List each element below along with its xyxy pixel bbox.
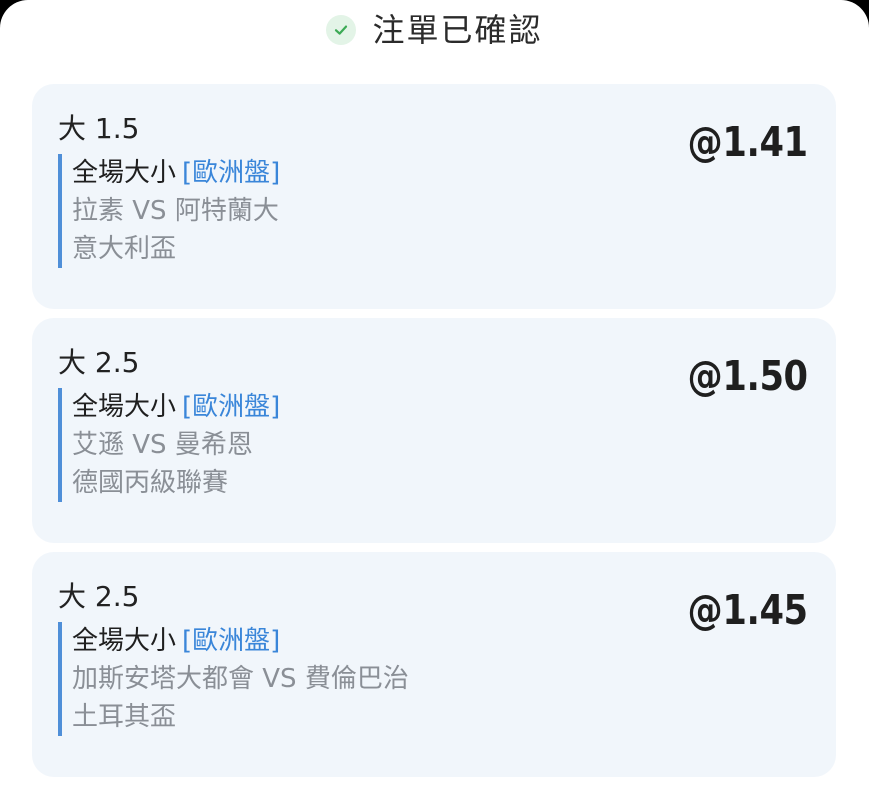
bet-confirmation-sheet: 注單已確認 大 1.5 @1.41 全場大小 [歐洲盤] 拉素 VS 阿特蘭大 意… (0, 0, 869, 800)
bet-odds: @1.50 (687, 352, 809, 400)
market-name: 全場大小 (72, 158, 177, 188)
match-teams: 艾遜 VS 曼希恩 (72, 430, 253, 460)
check-icon (326, 15, 357, 45)
bet-card: 大 1.5 @1.41 全場大小 [歐洲盤] 拉素 VS 阿特蘭大 意大利盃 (32, 84, 836, 309)
confirmation-header: 注單已確認 (0, 8, 869, 52)
market-type: [歐洲盤] (182, 392, 281, 422)
bet-card: 大 2.5 @1.45 全場大小 [歐洲盤] 加斯安塔大都會 VS 費倫巴治 土耳… (32, 552, 836, 777)
market-line: 全場大小 [歐洲盤] (72, 154, 280, 192)
bet-details: 全場大小 [歐洲盤] 拉素 VS 阿特蘭大 意大利盃 (58, 154, 280, 268)
market-type: [歐洲盤] (182, 158, 281, 188)
bet-details: 全場大小 [歐洲盤] 加斯安塔大都會 VS 費倫巴治 土耳其盃 (58, 622, 409, 736)
match-teams: 拉素 VS 阿特蘭大 (72, 196, 279, 226)
market-name: 全場大小 (72, 392, 177, 422)
match-teams: 加斯安塔大都會 VS 費倫巴治 (72, 664, 409, 694)
bet-selection: 大 1.5 (58, 112, 140, 145)
bet-card: 大 2.5 @1.50 全場大小 [歐洲盤] 艾遜 VS 曼希恩 德國丙級聯賽 (32, 318, 836, 543)
market-name: 全場大小 (72, 626, 177, 656)
league-name: 德國丙級聯賽 (72, 468, 229, 498)
page-title: 注單已確認 (372, 11, 543, 49)
market-line: 全場大小 [歐洲盤] (72, 388, 280, 426)
bet-details: 全場大小 [歐洲盤] 艾遜 VS 曼希恩 德國丙級聯賽 (58, 388, 280, 502)
bet-selection: 大 2.5 (58, 346, 140, 379)
league-name: 意大利盃 (72, 234, 177, 264)
bet-selection: 大 2.5 (58, 580, 140, 613)
bet-odds: @1.41 (687, 118, 809, 166)
league-name: 土耳其盃 (72, 702, 177, 732)
bet-odds: @1.45 (687, 586, 809, 634)
market-type: [歐洲盤] (182, 626, 281, 656)
market-line: 全場大小 [歐洲盤] (72, 622, 409, 660)
